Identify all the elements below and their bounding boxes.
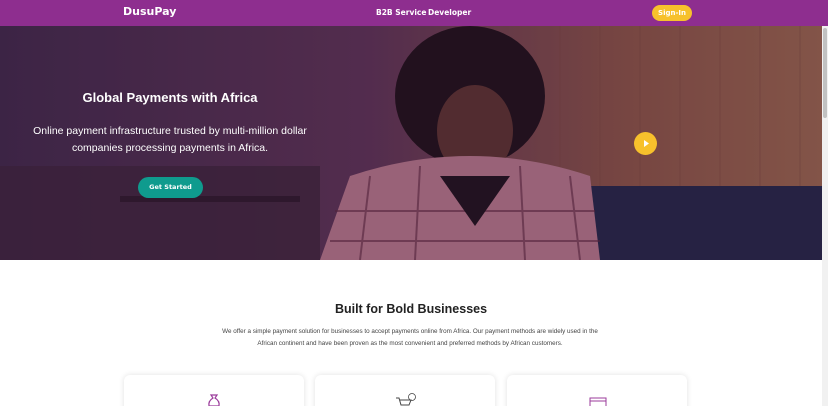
- section-description: We offer a simple payment solution for b…: [222, 328, 598, 347]
- brand-logo[interactable]: DusuPay: [123, 5, 176, 18]
- feature-card[interactable]: [124, 375, 304, 406]
- feature-card[interactable]: [507, 375, 687, 406]
- play-icon: [644, 140, 649, 147]
- cart-dollar-icon: [396, 393, 416, 406]
- page-scrollbar[interactable]: [822, 26, 828, 406]
- video-play-button[interactable]: [634, 132, 657, 155]
- hero-title: Global Payments with Africa: [82, 90, 258, 105]
- signin-button[interactable]: Sign-In: [652, 5, 692, 21]
- nav-link-b2b-service[interactable]: B2B Service: [376, 8, 426, 17]
- get-started-button[interactable]: Get Started: [138, 177, 203, 198]
- card-icon: [589, 397, 607, 406]
- money-bag-icon: [208, 394, 220, 406]
- section-title: Built for Bold Businesses: [334, 302, 488, 316]
- hero-subtitle: Online payment infrastructure trusted by…: [33, 125, 307, 154]
- scrollbar-thumb[interactable]: [823, 28, 827, 118]
- nav-link-developer[interactable]: Developer: [428, 8, 471, 17]
- top-navbar: DusuPay B2B Service Developer Sign-In: [0, 0, 828, 26]
- hero-banner: Global Payments with Africa Online payme…: [0, 26, 822, 260]
- feature-card[interactable]: [315, 375, 495, 406]
